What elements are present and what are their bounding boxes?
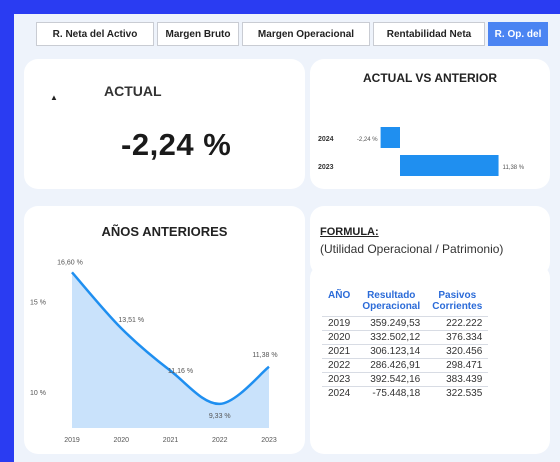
tab-rentabilidad-neta[interactable]: Rentabilidad Neta	[373, 22, 485, 46]
x-tick-label: 2021	[163, 437, 179, 444]
tab-margen-bruto[interactable]: Margen Bruto	[157, 22, 239, 46]
header-current-liabilities: Pasivos Corrientes	[432, 290, 483, 312]
cell-current-liabilities: 376.334	[426, 330, 489, 345]
table-row: 2019 359.249,53 222.222	[322, 316, 489, 331]
previous-years-chart: 15 % 10 % 16,60 % 13,51 % 11,16 % 9,33 % 11,38…	[30, 259, 278, 444]
actual-value: -2,24 %	[121, 127, 232, 162]
previous-years-card: AÑOS ANTERIORES 15 % 10 % 16,60 % 13,51 % 11…	[24, 206, 305, 454]
cell-year: 2021	[322, 344, 357, 359]
header-year: AÑO	[328, 290, 351, 301]
tab-r-op-del[interactable]: R. Op. del	[488, 22, 548, 46]
y-tick-label: 15 %	[30, 299, 46, 306]
point-data-label: 11,38 %	[252, 352, 277, 359]
point-data-label: 11,16 %	[168, 368, 193, 375]
cell-current-liabilities: 383.439	[426, 372, 489, 387]
table-row: 2021 306.123,14 320.456	[322, 344, 489, 359]
bar-data-label: -2,24 %	[357, 137, 378, 143]
x-tick-label: 2023	[261, 437, 277, 444]
y-tick-label: 10 %	[30, 390, 46, 397]
tab-margen-operacional[interactable]: Margen Operacional	[242, 22, 370, 46]
bar-category-label: 2024	[318, 136, 334, 143]
point-data-label: 16,60 %	[57, 259, 83, 266]
cell-operational-result: 332.502,12	[356, 330, 427, 345]
comparison-bar	[400, 155, 499, 176]
table-row: 2020 332.502,12 376.334	[322, 330, 489, 345]
bar-data-label: 11,38 %	[503, 165, 525, 171]
tab-r-neta-del-activo[interactable]: R. Neta del Activo	[36, 22, 154, 46]
data-table-card: AÑO Resultado Operacional Pasivos Corrient…	[310, 264, 550, 454]
cell-operational-result: 359.249,53	[356, 316, 427, 331]
table-header-row: AÑO Resultado Operacional Pasivos Corrient…	[322, 290, 488, 317]
header-operational-result: Resultado Operacional	[362, 290, 421, 312]
cell-year: 2023	[322, 372, 357, 387]
formula-title: FORMULA:	[320, 226, 379, 238]
cell-current-liabilities: 298.471	[426, 358, 489, 373]
table-row: 2022 286.426,91 298.471	[322, 358, 489, 373]
cell-year: 2024	[322, 386, 357, 400]
actual-card: ▲ ACTUAL -2,24 %	[24, 59, 305, 189]
comparison-bar	[380, 127, 400, 148]
cell-year: 2020	[322, 330, 357, 345]
bar-category-label: 2023	[318, 164, 334, 171]
point-data-label: 13,51 %	[118, 317, 144, 324]
actual-label: ACTUAL	[104, 83, 162, 99]
x-tick-label: 2022	[212, 437, 228, 444]
comparison-card: ACTUAL VS ANTERIOR 2024 -2,24 % 2023 11,38 …	[310, 59, 550, 189]
cell-current-liabilities: 222.222	[426, 316, 489, 331]
tab-bar: R. Neta del Activo Margen Bruto Margen Ope…	[36, 22, 551, 46]
dashboard-frame: R. Neta del Activo Margen Bruto Margen Ope…	[14, 14, 560, 462]
x-tick-label: 2020	[113, 437, 129, 444]
cell-year: 2022	[322, 358, 357, 373]
cell-current-liabilities: 320.456	[426, 344, 489, 359]
table-row: 2023 392.542,16 383.439	[322, 372, 489, 387]
data-table: AÑO Resultado Operacional Pasivos Corrient…	[322, 290, 489, 400]
area-fill	[72, 272, 269, 428]
table-row: 2024 -75.448,18 322.535	[322, 386, 489, 400]
cell-current-liabilities: 322.535	[426, 386, 489, 400]
x-tick-label: 2019	[64, 437, 80, 444]
cell-operational-result: -75.448,18	[356, 386, 427, 400]
cell-year: 2019	[322, 316, 357, 331]
triangle-up-icon: ▲	[50, 93, 58, 102]
point-data-label: 9,33 %	[209, 413, 231, 420]
comparison-chart: 2024 -2,24 % 2023 11,38 %	[318, 127, 525, 176]
cell-operational-result: 286.426,91	[356, 358, 427, 373]
formula-text: (Utilidad Operacional / Patrimonio)	[320, 242, 504, 256]
cell-operational-result: 392.542,16	[356, 372, 427, 387]
cell-operational-result: 306.123,14	[356, 344, 427, 359]
